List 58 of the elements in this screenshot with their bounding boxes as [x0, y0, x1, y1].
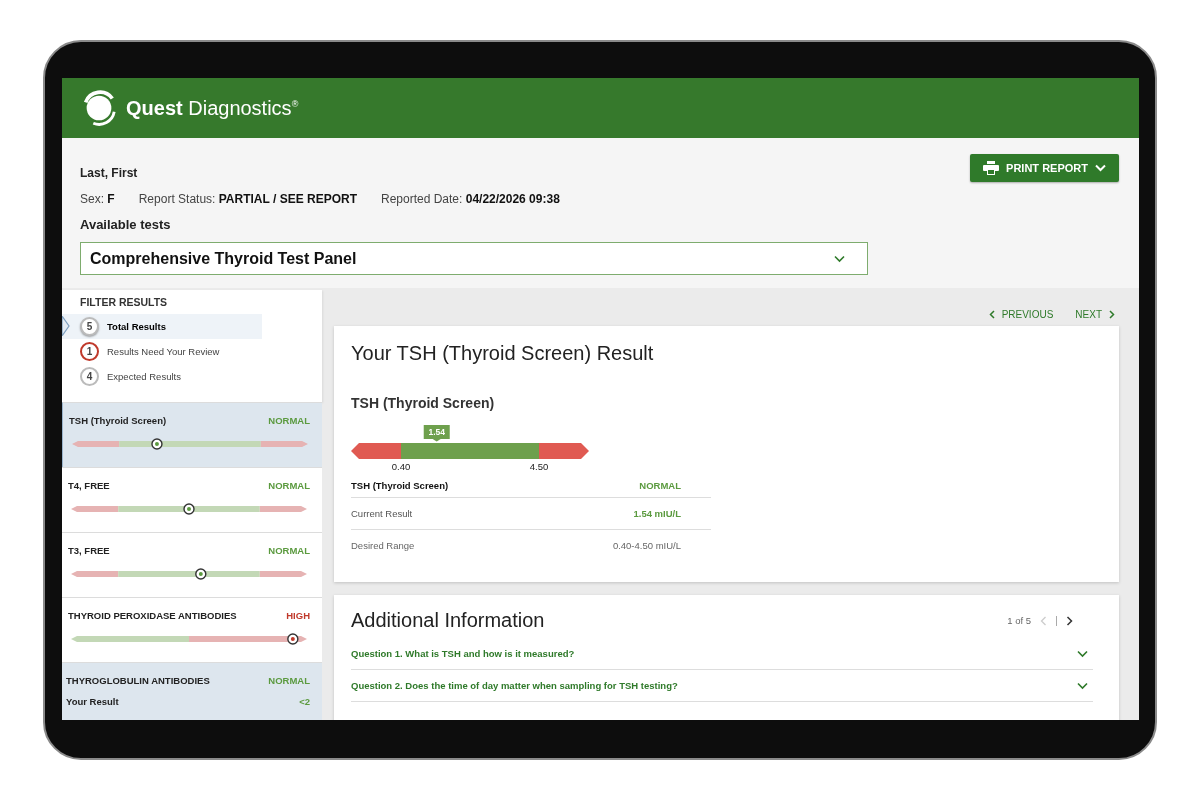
- count-badge: 5: [80, 317, 99, 336]
- range-low-label: 0.40: [391, 461, 411, 472]
- question-item[interactable]: Question 1. What is TSH and how is it measured?: [351, 638, 1093, 670]
- test-title: TSH (Thyroid Screen): [351, 395, 496, 411]
- logo-text: Quest Diagnostics$^{®}$: [126, 96, 299, 120]
- result-item[interactable]: TSH (Thyroid Screen) NORMAL: [62, 402, 322, 467]
- report-detail: Sex: F: [80, 192, 115, 206]
- count-badge: 1: [80, 342, 99, 361]
- report-detail: Reported Date: 04/22/2026 09:38: [381, 192, 560, 206]
- result-tag: 1.54: [423, 425, 450, 439]
- available-tests-label: Available tests: [80, 217, 172, 232]
- chevron-down-icon: [834, 254, 845, 263]
- status-label: NORMAL: [268, 480, 310, 491]
- printer-icon: [983, 161, 1000, 175]
- filter-option[interactable]: 4 Expected Results: [62, 364, 262, 389]
- filter-option[interactable]: 1 Results Need Your Review: [62, 339, 262, 364]
- detail-label: TSH (Thyroid Screen): [351, 479, 449, 491]
- filter-option[interactable]: 5 Total Results: [62, 314, 262, 339]
- previous-link[interactable]: PREVIOUS: [988, 302, 1054, 326]
- status-label: HIGH: [286, 610, 310, 621]
- result-item[interactable]: T4, FREE NORMAL: [62, 467, 322, 532]
- test-name: T3, FREE: [68, 545, 110, 556]
- test-name: THYROID PEROXIDASE ANTIBODIES: [68, 610, 237, 621]
- chevron-left-icon: [988, 309, 995, 319]
- test-name: TSH (Thyroid Screen): [69, 415, 167, 426]
- status-label: NORMAL: [268, 415, 310, 426]
- patient-name: Last, First: [80, 166, 139, 180]
- count-badge: 4: [80, 367, 99, 386]
- chevron-right-icon: [1109, 309, 1115, 319]
- detail-value: 0.40-4.50 mIU/L: [612, 540, 681, 551]
- selection-pointer-icon: [62, 316, 70, 336]
- print-report-button[interactable]: PRINT REPORT: [970, 154, 1119, 182]
- result-item[interactable]: T3, FREE NORMAL: [62, 532, 322, 597]
- test-dropdown[interactable]: Comprehensive Thyroid Test Panel: [80, 242, 868, 275]
- chevron-down-icon: [1095, 164, 1106, 172]
- status-label: NORMAL: [268, 545, 310, 556]
- filter-title: FILTER RESULTS: [79, 296, 169, 308]
- detail-value: 1.54 mIU/L: [633, 508, 681, 519]
- detail-label: Desired Range: [351, 540, 415, 551]
- card-title: Your TSH (Thyroid Screen) Result: [351, 342, 655, 365]
- test-name: THYROGLOBULIN ANTIBODIES: [66, 675, 210, 686]
- page-indicator: 1 of 5: [1007, 615, 1031, 626]
- chevron-right-icon[interactable]: [1066, 615, 1073, 626]
- question-text: Question 2. Does the time of day matter when sampling for TSH testing?: [351, 680, 678, 691]
- detail-value: NORMAL: [639, 479, 681, 491]
- range-high-label: 4.50: [529, 461, 549, 472]
- status-label: NORMAL: [268, 675, 310, 686]
- result-item[interactable]: THYROGLOBULIN ANTIBODIES NORMAL Your Result <2: [62, 662, 322, 720]
- result-label: Your Result: [66, 696, 119, 707]
- test-name: T4, FREE: [68, 480, 110, 491]
- result-item[interactable]: THYROID PEROXIDASE ANTIBODIES HIGH: [62, 597, 322, 662]
- question-item[interactable]: Question 2. Does the time of day matter when sampling for TSH testing?: [351, 670, 1093, 702]
- next-link[interactable]: NEXT: [1075, 302, 1115, 326]
- question-text: Question 1. What is TSH and how is it measured?: [351, 648, 575, 659]
- card-title: Additional Information: [351, 609, 545, 632]
- report-detail: Report Status: PARTIAL / SEE REPORT: [138, 192, 357, 206]
- result-value: <2: [299, 696, 310, 707]
- detail-label: Current Result: [351, 508, 413, 519]
